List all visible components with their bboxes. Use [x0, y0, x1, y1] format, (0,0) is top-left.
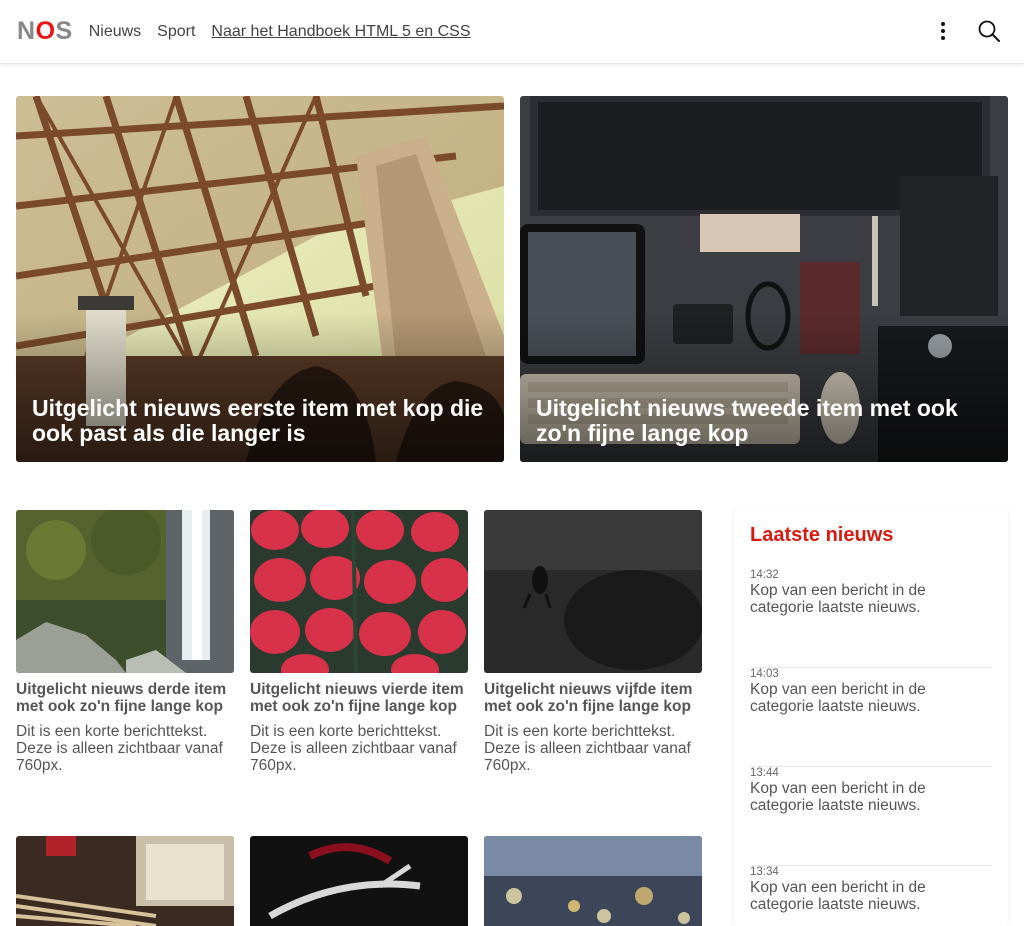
featured-section: Uitgelicht nieuws eerste item met kop di…: [16, 96, 1008, 462]
nav-item-sport[interactable]: Sport: [157, 23, 195, 41]
nav-link-handboek[interactable]: Naar het Handboek HTML 5 en CSS: [211, 23, 470, 41]
news-card-5[interactable]: Uitgelicht nieuws vijfde item met ook zo…: [484, 510, 702, 774]
news-time: 14:32: [750, 569, 779, 581]
nav-item-nieuws[interactable]: Nieuws: [89, 23, 141, 41]
news-time: 13:44: [750, 767, 779, 779]
news-title[interactable]: Kop van een bericht in de categorie laat…: [750, 681, 992, 715]
card-image-tobacco[interactable]: [16, 836, 234, 926]
card-image-antlers[interactable]: [250, 836, 468, 926]
news-card-4[interactable]: Uitgelicht nieuws vierde item met ook zo…: [250, 510, 468, 774]
card-title-3[interactable]: Uitgelicht nieuws derde item met ook zo'…: [16, 681, 234, 715]
card-text-3: Dit is een korte berichttekst. Deze is a…: [16, 723, 223, 774]
card-image-city-lights[interactable]: [484, 836, 702, 926]
card-image-strawberries: [250, 510, 468, 673]
news-card-3[interactable]: Uitgelicht nieuws derde item met ook zo'…: [16, 510, 234, 774]
news-time: 13:34: [750, 866, 779, 878]
news-time: 14:03: [750, 668, 779, 680]
news-title[interactable]: Kop van een bericht in de categorie laat…: [750, 582, 992, 616]
card-text-5: Dit is een korte berichttekst. Deze is a…: [484, 723, 691, 774]
latest-news-item[interactable]: 13:34 Kop van een bericht in de categori…: [750, 866, 992, 926]
latest-news-item[interactable]: 14:03 Kop van een bericht in de categori…: [750, 668, 992, 767]
card-text-4: Dit is een korte berichttekst. Deze is a…: [250, 723, 457, 774]
card-image-diver: [484, 510, 702, 673]
featured-item-2[interactable]: Uitgelicht nieuws tweede item met ook zo…: [520, 96, 1008, 462]
news-title[interactable]: Kop van een bericht in de categorie laat…: [750, 879, 992, 913]
header-actions: [938, 19, 1000, 43]
kebab-menu-icon[interactable]: [938, 19, 948, 43]
site-header: NOS Nieuws Sport Naar het Handboek HTML …: [0, 0, 1024, 64]
latest-news-heading: Laatste nieuws: [750, 524, 894, 546]
main-nav: Nieuws Sport Naar het Handboek HTML 5 en…: [89, 23, 471, 41]
featured-item-1[interactable]: Uitgelicht nieuws eerste item met kop di…: [16, 96, 504, 462]
latest-news-item[interactable]: 14:32 Kop van een bericht in de categori…: [750, 569, 992, 668]
featured-title-2[interactable]: Uitgelicht nieuws tweede item met ook zo…: [536, 396, 992, 446]
card-title-5[interactable]: Uitgelicht nieuws vijfde item met ook zo…: [484, 681, 702, 715]
nos-logo[interactable]: NOS: [17, 17, 73, 46]
news-title[interactable]: Kop van een bericht in de categorie laat…: [750, 780, 992, 814]
logo-letter-s: S: [55, 17, 73, 45]
search-icon[interactable]: [978, 20, 1000, 42]
card-title-4[interactable]: Uitgelicht nieuws vierde item met ook zo…: [250, 681, 468, 715]
latest-news-item[interactable]: 13:44 Kop van een bericht in de categori…: [750, 767, 992, 866]
logo-letter-n: N: [17, 17, 36, 45]
latest-news-panel: Laatste nieuws 14:32 Kop van een bericht…: [734, 510, 1008, 926]
logo-letter-o: O: [35, 17, 56, 45]
card-image-waterfall: [16, 510, 234, 673]
featured-title-1[interactable]: Uitgelicht nieuws eerste item met kop di…: [32, 396, 488, 446]
